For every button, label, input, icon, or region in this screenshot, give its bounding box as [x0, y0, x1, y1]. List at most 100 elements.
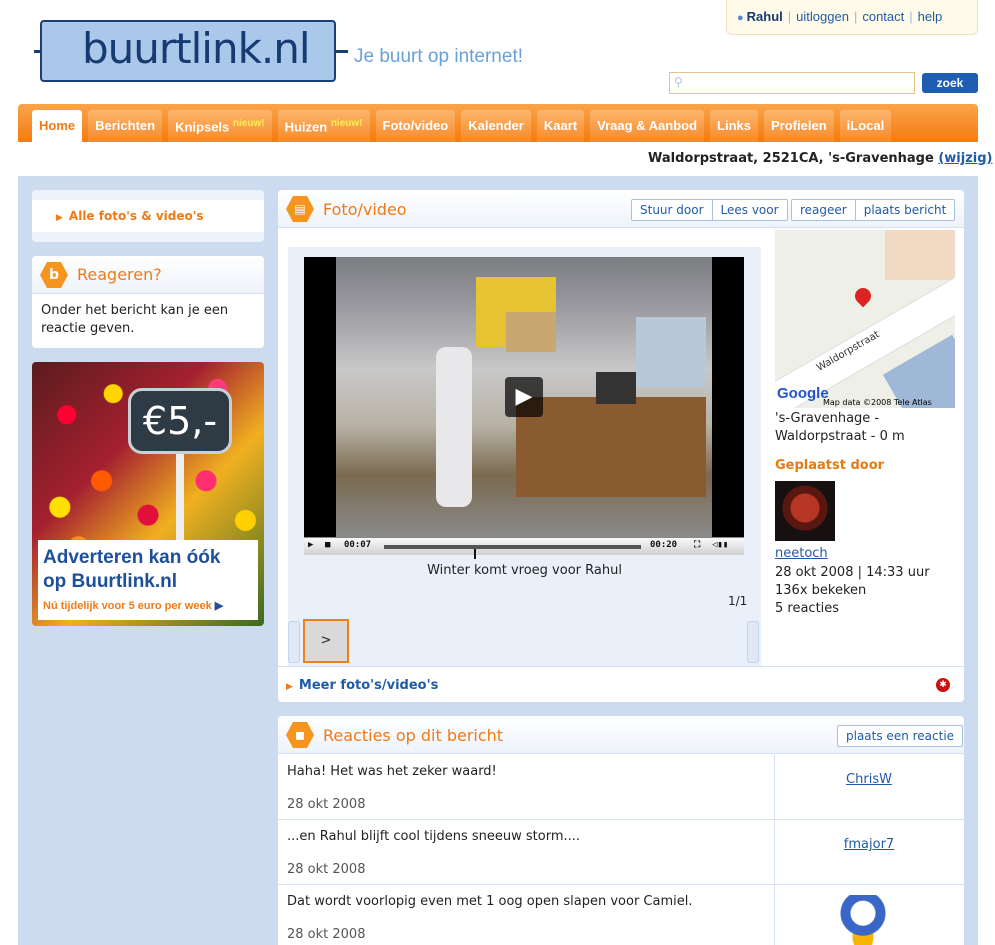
nav-item-label: Profielen — [771, 118, 827, 133]
divider — [278, 666, 964, 667]
nav-item-vraag-aanbod[interactable]: Vraag & Aanbod — [590, 110, 705, 142]
post-message-button[interactable]: plaats bericht — [854, 200, 955, 220]
stop-button[interactable]: ■ — [325, 540, 330, 550]
nav-item-kalender[interactable]: Kalender — [461, 110, 531, 142]
thumbnail-strip: > — [288, 616, 761, 666]
play-button[interactable]: ▶ — [308, 540, 313, 550]
read-aloud-button[interactable]: Lees voor — [711, 200, 787, 220]
frame-box — [506, 312, 556, 352]
contact-link[interactable]: contact — [862, 9, 904, 24]
current-time: 00:07 — [344, 540, 372, 550]
site-logo[interactable]: buurtlink.nl — [34, 20, 348, 82]
reacties-panel: ◼ Reacties op dit bericht plaats een rea… — [278, 716, 964, 945]
ad-subline: Nú tijdelijk voor 5 euro per week ▶ — [43, 599, 223, 612]
post-views: 136x bekeken — [775, 583, 867, 598]
location-map[interactable]: Waldorpstraat Google Map data ©2008 Tele… — [775, 230, 955, 408]
nav-item-berichten[interactable]: Berichten — [88, 110, 163, 142]
reaction-message: ...en Rahul blijft cool tijdens sneeuw s… — [287, 829, 581, 844]
forward-button[interactable]: Stuur door — [632, 200, 712, 220]
nav-item-knipsels[interactable]: Knipsels nieuw! — [168, 110, 272, 142]
volume-icon[interactable]: ◁▮▮ — [712, 540, 728, 550]
nav-item-label: Home — [39, 118, 76, 133]
frame-person — [436, 347, 472, 507]
nav-item-label: iLocal — [846, 118, 885, 133]
play-icon[interactable]: ▶ — [505, 377, 543, 417]
user-avatar[interactable] — [835, 895, 891, 945]
all-photos-label: Alle foto's & video's — [68, 209, 204, 223]
add-reaction-button[interactable]: plaats een reactie — [838, 726, 962, 746]
ad-headline: Adverteren kan óók op Buurtlink.nl — [43, 546, 220, 594]
nav-item-label: Vraag & Aanbod — [597, 118, 698, 133]
ad-line-2: op Buurtlink.nl — [43, 571, 178, 592]
nav-item-label: Kalender — [468, 118, 524, 133]
logo-text: buurtlink.nl — [82, 24, 311, 73]
nav-item-home[interactable]: Home — [32, 110, 83, 142]
reaction-date: 28 okt 2008 — [287, 927, 366, 942]
poster-avatar[interactable] — [775, 481, 835, 541]
all-photos-box: ▶ Alle foto's & video's — [32, 190, 264, 242]
nav-item-foto-video[interactable]: Foto/video — [375, 110, 456, 142]
reaction-user-link[interactable]: ChrisW — [774, 772, 964, 787]
reaction-row: Dat wordt voorlopig even met 1 oog open … — [278, 885, 964, 945]
nav-item-label: Berichten — [95, 118, 156, 133]
reply-button-group: plaats een reactie — [837, 725, 964, 747]
seek-thumb[interactable] — [473, 549, 476, 559]
more-photos-label: Meer foto's/video's — [298, 678, 439, 693]
username-link[interactable]: Rahul — [747, 9, 783, 24]
scroll-right-button[interactable] — [747, 621, 759, 663]
more-photos-link[interactable]: ▶ Meer foto's/video's — [286, 678, 438, 693]
panel-header: ▤ Foto/video Stuur door Lees voor reageer… — [278, 190, 964, 228]
seek-bar[interactable] — [384, 545, 641, 559]
new-badge: nieuw! — [330, 118, 363, 129]
nav-item-label: Foto/video — [382, 118, 449, 133]
help-link[interactable]: help — [918, 9, 943, 24]
frame-window — [636, 317, 706, 387]
reacties-title: Reacties op dit bericht — [323, 726, 504, 745]
reaction-date: 28 okt 2008 — [287, 862, 366, 877]
separator: | — [909, 9, 913, 24]
ad-line-3: Nú tijdelijk voor 5 euro per week — [43, 600, 212, 612]
total-time: 00:20 — [650, 540, 678, 550]
nav-item-label: Knipsels — [175, 119, 230, 135]
user-box: ● Rahul | uitloggen | contact | help — [726, 0, 978, 35]
main-nav: Home Berichten Knipsels nieuw! Huizen nieuw… — [18, 104, 978, 142]
change-address-link[interactable]: (wijzig) — [938, 151, 992, 166]
location-address: Waldorpstraat, 2521CA, 's-Gravenhage (wi… — [648, 151, 992, 166]
nav-item-kaart[interactable]: Kaart — [536, 110, 585, 142]
arrow-right-icon: ▶ — [56, 213, 63, 223]
thumbnail-item[interactable]: > — [303, 619, 349, 663]
ad-textbox: Adverteren kan óók op Buurtlink.nl Nú tij… — [38, 540, 258, 620]
post-button-group: reageer plaats bericht — [791, 199, 956, 221]
sign-stick — [176, 454, 184, 550]
nav-item-label: Kaart — [543, 118, 578, 133]
logout-link[interactable]: uitloggen — [796, 9, 849, 24]
search-button[interactable]: zoek — [922, 73, 978, 93]
nav-item-label: Links — [717, 118, 752, 133]
reageren-text: Onder het bericht kan je een reactie gev… — [41, 303, 229, 336]
separator: | — [853, 9, 858, 24]
search-input[interactable] — [669, 72, 915, 94]
panel-header: b Reageren? — [32, 256, 264, 294]
b-hex-icon: b — [40, 262, 68, 288]
hyves-share-icon[interactable]: ✱ — [936, 678, 950, 692]
video-player[interactable]: ▶ ▶ ■ 00:07 00:20 ⛶ ◁▮▮ — [304, 257, 744, 559]
speech-bubble-hex-icon: ◼ — [286, 722, 314, 748]
all-photos-link[interactable]: ▶ Alle foto's & video's — [32, 200, 264, 232]
reply-button[interactable]: reageer — [792, 200, 855, 220]
fullscreen-icon[interactable]: ⛶ — [694, 540, 700, 550]
poster-name-link[interactable]: neetoch — [775, 546, 828, 561]
advertisement-banner[interactable]: €5,- Adverteren kan óók op Buurtlink.nl N… — [32, 362, 264, 626]
video-caption: Winter komt vroeg voor Rahul — [427, 563, 622, 578]
separator: | — [787, 9, 792, 24]
reaction-user-link[interactable]: fmajor7 — [774, 837, 964, 852]
google-logo: Google — [777, 385, 829, 402]
frame-monitor — [596, 372, 636, 404]
nav-item-profielen[interactable]: Profielen — [764, 110, 834, 142]
video-controls: ▶ ■ 00:07 00:20 ⛶ ◁▮▮ — [304, 537, 744, 559]
posted-by-heading: Geplaatst door — [775, 458, 885, 473]
scroll-left-button[interactable] — [288, 621, 300, 663]
nav-item-ilocal[interactable]: iLocal — [839, 110, 892, 142]
nav-item-huizen[interactable]: Huizen nieuw! — [277, 110, 370, 142]
nav-item-links[interactable]: Links — [710, 110, 759, 142]
new-badge: nieuw! — [232, 118, 265, 129]
